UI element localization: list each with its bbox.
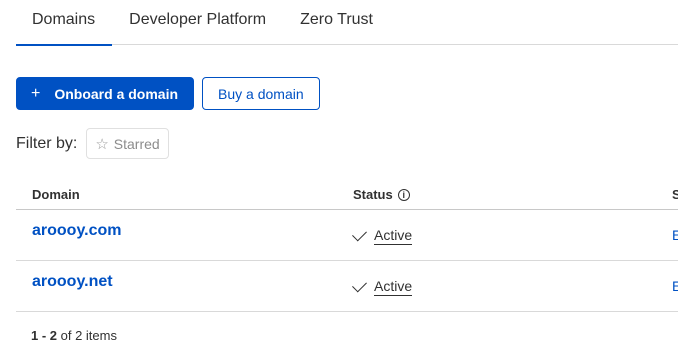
pagination-summary: 1 - 2 of 2 items bbox=[31, 328, 117, 343]
table-row: aroooy.net Active E bbox=[16, 261, 678, 312]
status-text[interactable]: Active bbox=[374, 227, 413, 245]
pagination-range: 1 - 2 bbox=[31, 328, 58, 343]
status-text[interactable]: Active bbox=[374, 278, 413, 296]
buy-domain-label: Buy a domain bbox=[218, 85, 304, 102]
starred-filter-chip[interactable]: ☆ Starred bbox=[86, 128, 169, 159]
column-header-status[interactable]: Status i bbox=[353, 187, 410, 202]
tab-domains[interactable]: Domains bbox=[16, 0, 113, 46]
star-icon: ☆ bbox=[95, 135, 109, 153]
onboard-domain-label: Onboard a domain bbox=[54, 85, 179, 102]
domain-link[interactable]: aroooy.com bbox=[32, 222, 122, 240]
status-cell: Active bbox=[352, 277, 413, 296]
filter-label: Filter by: bbox=[16, 134, 78, 152]
buy-domain-button[interactable]: Buy a domain bbox=[202, 77, 320, 110]
column-header-status-label: Status bbox=[353, 187, 393, 202]
top-tabs: Domains Developer Platform Zero Trust bbox=[16, 0, 678, 46]
domains-table: Domain Status i S aroooy.com Active E ar… bbox=[16, 178, 678, 312]
onboard-domain-button[interactable]: + Onboard a domain bbox=[16, 77, 195, 110]
row-third-cell[interactable]: E bbox=[672, 278, 678, 294]
table-header: Domain Status i S bbox=[16, 178, 678, 210]
pagination-suffix: of 2 items bbox=[57, 328, 117, 343]
starred-label: Starred bbox=[113, 135, 160, 152]
filter-bar: Filter by: ☆ Starred bbox=[16, 128, 169, 159]
info-icon[interactable]: i bbox=[397, 188, 410, 201]
check-icon bbox=[352, 226, 367, 242]
column-header-domain[interactable]: Domain bbox=[32, 187, 80, 202]
column-header-third: S bbox=[672, 187, 678, 202]
action-bar: + Onboard a domain Buy a domain bbox=[16, 77, 320, 110]
domain-link[interactable]: aroooy.net bbox=[32, 273, 113, 291]
table-row: aroooy.com Active E bbox=[16, 210, 678, 261]
plus-icon: + bbox=[31, 84, 41, 102]
status-cell: Active bbox=[352, 226, 413, 245]
check-icon bbox=[352, 277, 367, 293]
row-third-cell[interactable]: E bbox=[672, 227, 678, 243]
tab-zero-trust[interactable]: Zero Trust bbox=[283, 0, 390, 45]
tab-developer-platform[interactable]: Developer Platform bbox=[112, 0, 283, 45]
